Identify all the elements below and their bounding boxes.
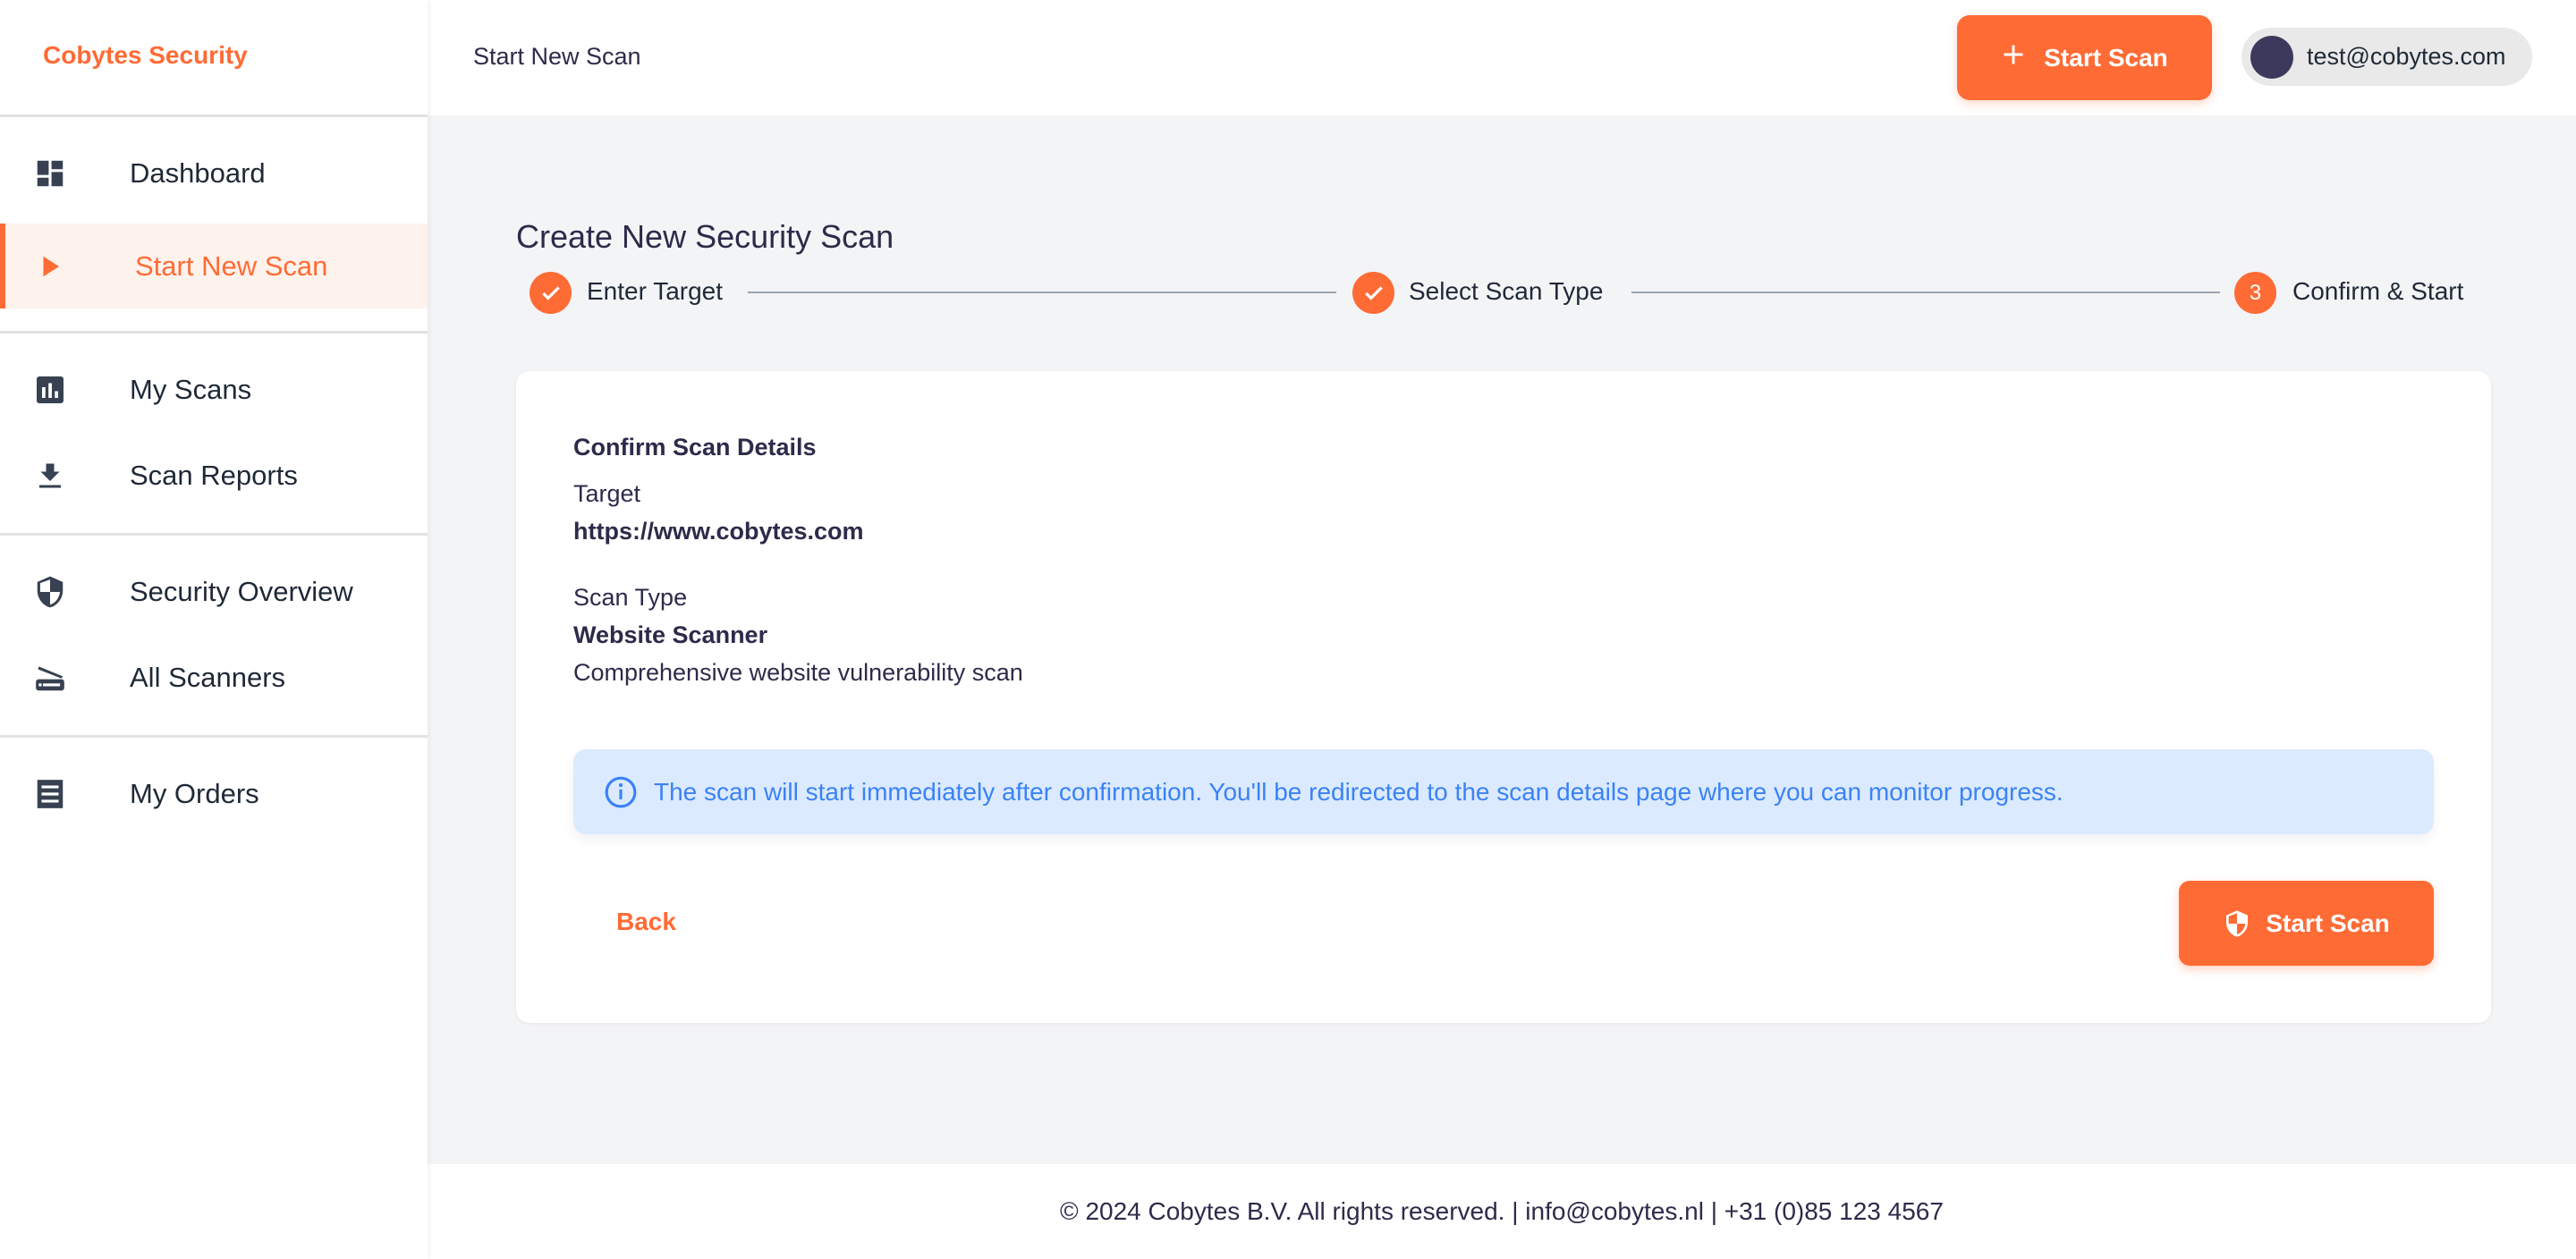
check-icon bbox=[530, 272, 572, 314]
step-label: Enter Target bbox=[587, 277, 724, 305]
user-email: test@cobytes.com bbox=[2307, 43, 2506, 70]
target-label: Target bbox=[573, 480, 641, 507]
step-connector bbox=[748, 292, 1336, 293]
user-menu[interactable]: T test@cobytes.com bbox=[2241, 28, 2532, 86]
target-value: https://www.cobytes.com bbox=[573, 518, 864, 545]
divider bbox=[0, 114, 428, 117]
sidebar-item-security-overview[interactable]: Security Overview bbox=[0, 549, 428, 634]
confirm-card: Confirm Scan Details Target https://www.… bbox=[516, 371, 2491, 1023]
divider bbox=[0, 331, 428, 334]
play-icon bbox=[33, 249, 67, 283]
dashboard-icon bbox=[33, 156, 67, 190]
brand-logo[interactable]: Cobytes Security bbox=[43, 41, 248, 70]
download-icon bbox=[33, 459, 67, 493]
sidebar-item-dashboard[interactable]: Dashboard bbox=[0, 131, 428, 215]
sidebar-item-all-scanners[interactable]: All Scanners bbox=[0, 635, 428, 720]
button-label: Start Scan bbox=[2044, 43, 2168, 72]
start-scan-button[interactable]: Start Scan bbox=[2179, 881, 2434, 966]
sidebar-item-label: My Scans bbox=[130, 373, 252, 405]
back-button[interactable]: Back bbox=[616, 908, 676, 936]
sidebar-item-label: Scan Reports bbox=[130, 459, 298, 491]
bar-chart-icon bbox=[33, 373, 67, 407]
info-text: The scan will start immediately after co… bbox=[654, 777, 2063, 806]
step-connector bbox=[1631, 292, 2220, 293]
card-heading: Confirm Scan Details bbox=[573, 434, 817, 461]
step-label: Select Scan Type bbox=[1409, 277, 1604, 305]
footer: © 2024 Cobytes B.V. All rights reserved.… bbox=[428, 1164, 2576, 1259]
header-start-scan-button[interactable]: Start Scan bbox=[1957, 15, 2212, 100]
header-title: Start New Scan bbox=[473, 43, 641, 70]
receipt-icon bbox=[33, 777, 67, 811]
scan-type-description: Comprehensive website vulnerability scan bbox=[573, 659, 1023, 686]
sidebar-item-label: Dashboard bbox=[130, 156, 266, 189]
sidebar-item-my-orders[interactable]: My Orders bbox=[0, 751, 428, 836]
step-number: 3 bbox=[2234, 272, 2276, 314]
sidebar-item-start-new-scan[interactable]: Start New Scan bbox=[0, 224, 428, 308]
plus-icon bbox=[2001, 42, 2026, 73]
shield-icon bbox=[33, 575, 67, 609]
avatar: T bbox=[2250, 35, 2293, 79]
divider bbox=[0, 533, 428, 536]
step-label: Confirm & Start bbox=[2292, 277, 2464, 305]
info-icon bbox=[604, 775, 638, 809]
top-header: Start New Scan Start Scan T test@cobytes… bbox=[428, 0, 2576, 115]
info-alert: The scan will start immediately after co… bbox=[573, 749, 2434, 834]
button-label: Start Scan bbox=[2266, 908, 2390, 937]
sidebar-item-scan-reports[interactable]: Scan Reports bbox=[0, 433, 428, 518]
sidebar-item-label: Start New Scan bbox=[135, 249, 328, 282]
sidebar-item-label: All Scanners bbox=[130, 661, 286, 693]
sidebar-item-label: Security Overview bbox=[130, 575, 353, 607]
scan-type-value: Website Scanner bbox=[573, 621, 768, 648]
check-icon bbox=[1352, 272, 1394, 314]
sidebar-item-label: My Orders bbox=[130, 777, 259, 809]
footer-text: © 2024 Cobytes B.V. All rights reserved.… bbox=[1060, 1197, 1944, 1225]
sidebar: Cobytes Security Dashboard Start New Sca… bbox=[0, 0, 428, 1259]
page-title: Create New Security Scan bbox=[516, 218, 894, 255]
sidebar-item-my-scans[interactable]: My Scans bbox=[0, 347, 428, 432]
shield-icon bbox=[2223, 909, 2251, 938]
scanner-icon bbox=[33, 661, 67, 695]
scan-type-label: Scan Type bbox=[573, 584, 688, 611]
divider bbox=[0, 735, 428, 738]
